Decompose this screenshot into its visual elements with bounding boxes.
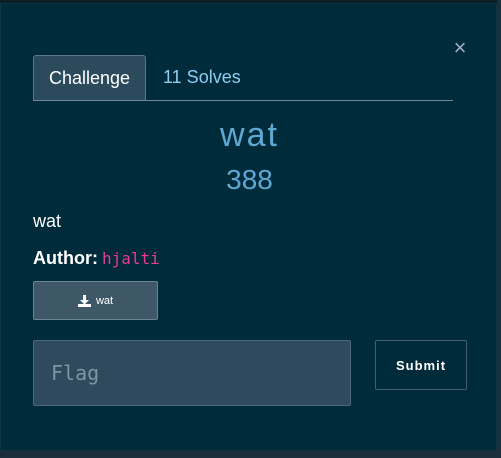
file-download-button[interactable]: wat	[33, 281, 158, 320]
tab-solves[interactable]: 11 Solves	[163, 55, 263, 100]
file-label: wat	[95, 294, 114, 307]
challenge-description: wat	[33, 211, 62, 231]
flag-input[interactable]	[33, 340, 351, 406]
tab-bar: Challenge 11 Solves	[33, 55, 453, 101]
close-icon[interactable]: ×	[450, 36, 470, 60]
tab-challenge[interactable]: Challenge	[33, 55, 146, 100]
download-icon	[77, 294, 91, 307]
challenge-points: 388	[226, 164, 273, 195]
window-bottom-strip	[0, 451, 501, 458]
author-name: hjalti	[101, 249, 160, 268]
window-right-strip	[497, 0, 501, 458]
challenge-modal: × Challenge 11 Solves wat 388 wat Author…	[0, 3, 497, 451]
author-label: Author:	[33, 248, 98, 268]
author-line: Author: hjalti	[33, 248, 160, 269]
challenge-title: wat	[220, 116, 279, 154]
submit-button[interactable]: Submit	[375, 340, 467, 390]
